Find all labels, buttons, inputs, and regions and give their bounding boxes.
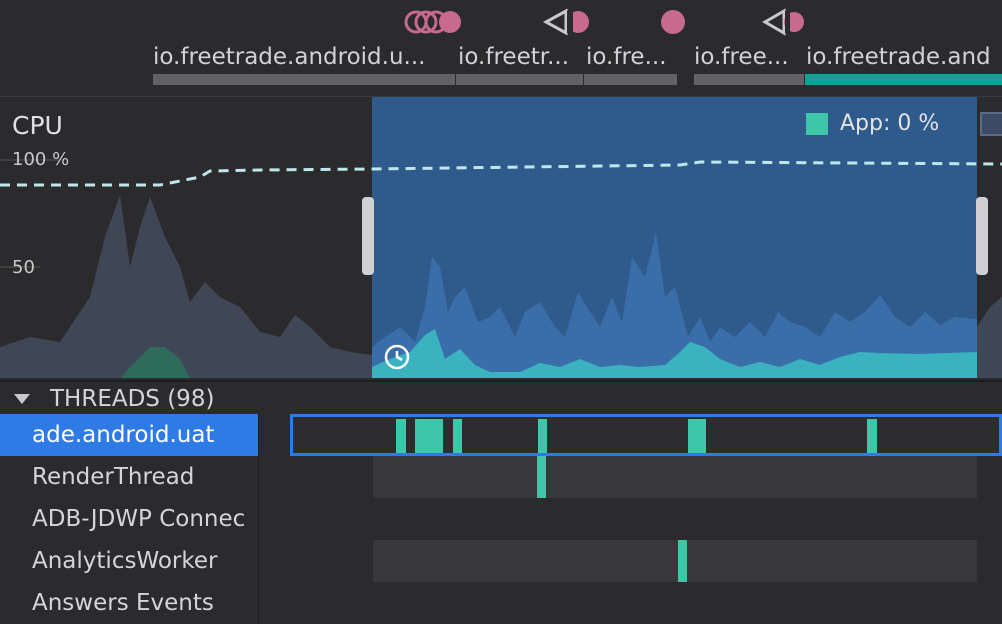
activity-bar-active[interactable] [805,74,1002,85]
thread-slice[interactable] [867,419,877,453]
threads-header[interactable]: THREADS (98) [0,380,1002,416]
legend-swatch-app [806,112,828,135]
thread-name[interactable]: ade.android.uat [0,414,259,456]
thread-row[interactable]: ade.android.uat [0,414,1002,456]
thread-name[interactable]: Answers Events [0,582,259,624]
clock-icon[interactable] [383,343,411,371]
thread-slice[interactable] [688,419,706,453]
thread-row[interactable]: ADB-JDWP Connec [0,498,1002,540]
activity-bar[interactable] [456,74,583,85]
thread-track[interactable] [290,414,1002,456]
activity-bar[interactable] [153,74,455,85]
touch-multi-icon[interactable] [404,8,464,36]
thread-slice[interactable] [538,419,547,453]
legend-swatch-others [980,112,1002,136]
selection-band [373,540,977,582]
activity-label[interactable]: io.freetrade.android.u... [153,44,453,70]
legend-app-label: App: 0 % [840,111,940,136]
y-axis-tick: 50 [12,257,35,278]
thread-name[interactable]: ADB-JDWP Connec [0,498,259,540]
thread-name[interactable]: RenderThread [0,456,259,498]
back-button-icon[interactable] [542,8,590,36]
thread-row[interactable]: Answers Events [0,582,1002,624]
thread-track[interactable] [290,498,1002,540]
touch-icon[interactable] [660,8,686,36]
thread-slice[interactable] [396,419,406,453]
thread-track[interactable] [290,540,1002,582]
thread-row[interactable]: AnalyticsWorker [0,540,1002,582]
activity-bar[interactable] [694,74,804,85]
thread-slice[interactable] [453,419,462,453]
thread-row[interactable]: RenderThread [0,456,1002,498]
event-timeline: io.freetrade.android.u... io.freetr... i… [0,0,1002,97]
thread-slice[interactable] [415,419,443,453]
thread-track[interactable] [290,456,1002,498]
thread-slice[interactable] [678,540,687,582]
activity-label[interactable]: io.free... [694,44,802,70]
thread-name[interactable]: AnalyticsWorker [0,540,259,582]
selection-band [373,456,977,498]
cpu-title: CPU [12,111,63,140]
threads-header-label: THREADS (98) [50,386,215,412]
thread-slice[interactable] [537,456,546,498]
cpu-usage-graph [0,97,1002,378]
y-axis-tick: 100 % [12,149,70,170]
back-button-icon[interactable] [762,8,806,36]
cpu-monitor[interactable]: CPU 100 % 50 App: 0 % [0,97,1002,378]
legend-app: App: 0 % [806,111,939,136]
activity-bar[interactable] [584,74,677,85]
collapse-triangle-icon[interactable] [14,394,30,404]
activity-label[interactable]: io.freetr... [458,44,582,70]
thread-track[interactable] [290,582,1002,624]
activity-label[interactable]: io.freetrade.and [806,44,1002,70]
activity-label[interactable]: io.fre... [586,44,678,70]
